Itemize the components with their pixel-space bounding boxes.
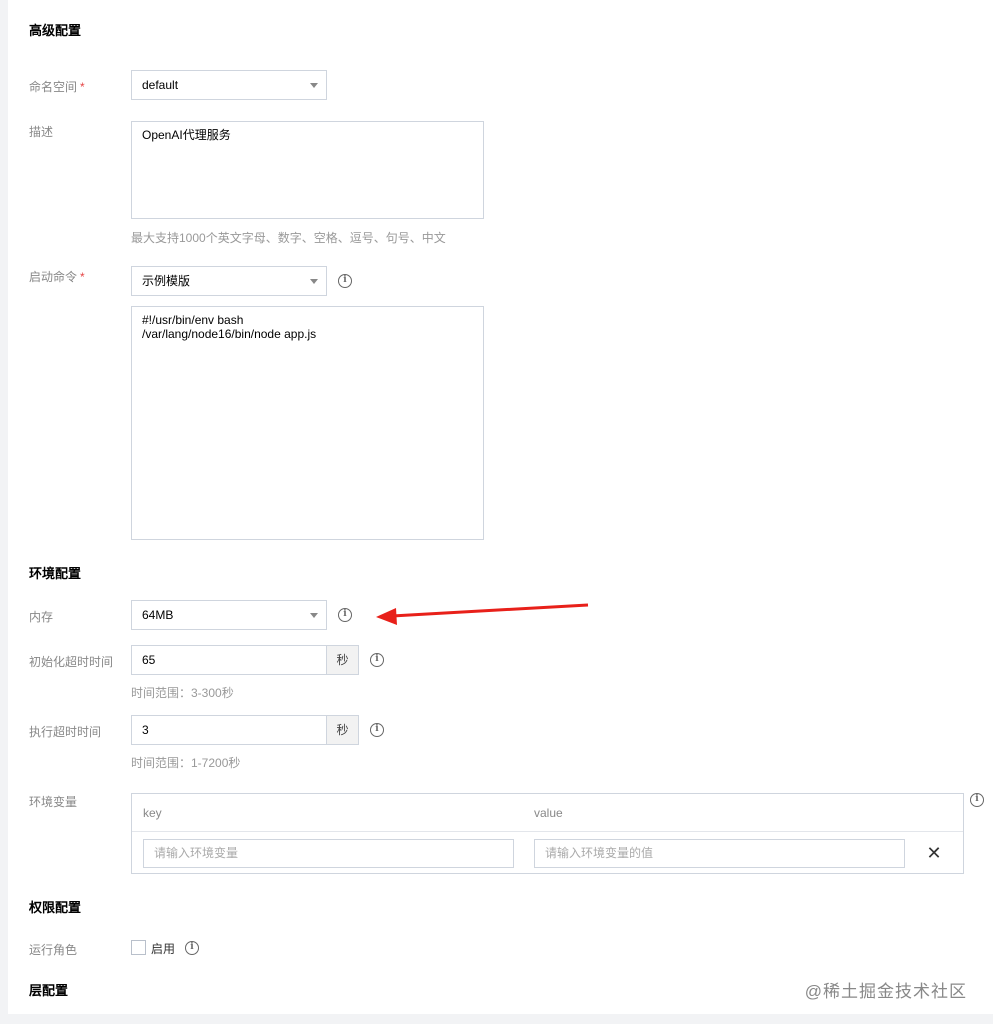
init-timeout-unit: 秒: [326, 645, 359, 675]
env-vars-label: 环境变量: [29, 795, 78, 809]
init-timeout-label: 初始化超时时间: [29, 655, 114, 669]
value-column-header: value: [534, 806, 563, 820]
enable-role-checkbox[interactable]: [131, 940, 146, 955]
init-timeout-hint: 时间范围：3-300秒: [131, 686, 234, 700]
exec-timeout-unit: 秒: [326, 715, 359, 745]
exec-timeout-input[interactable]: 3: [131, 715, 327, 745]
section-title-layers: 层配置: [29, 983, 69, 998]
info-circle-icon[interactable]: i: [185, 941, 199, 955]
key-column-header: key: [143, 806, 162, 820]
env-vars-table: key value 请输入环境变量 请输入环境变量的值 ✕: [131, 793, 964, 874]
run-role-label: 运行角色: [29, 943, 78, 957]
init-timeout-input[interactable]: 65: [131, 645, 327, 675]
info-circle-icon[interactable]: i: [370, 723, 384, 737]
info-circle-icon[interactable]: i: [970, 793, 984, 807]
info-circle-icon[interactable]: i: [370, 653, 384, 667]
env-key-input[interactable]: 请输入环境变量: [143, 839, 514, 868]
exec-timeout-label: 执行超时时间: [29, 725, 102, 739]
enable-role-label: 启用: [151, 942, 176, 956]
exec-timeout-hint: 时间范围：1-7200秒: [131, 756, 241, 770]
env-value-input[interactable]: 请输入环境变量的值: [534, 839, 905, 868]
close-icon[interactable]: ✕: [925, 844, 943, 862]
env-vars-header: key value: [132, 794, 963, 832]
watermark: @稀土掘金技术社区: [804, 982, 967, 1001]
section-title-permissions: 权限配置: [29, 900, 82, 915]
